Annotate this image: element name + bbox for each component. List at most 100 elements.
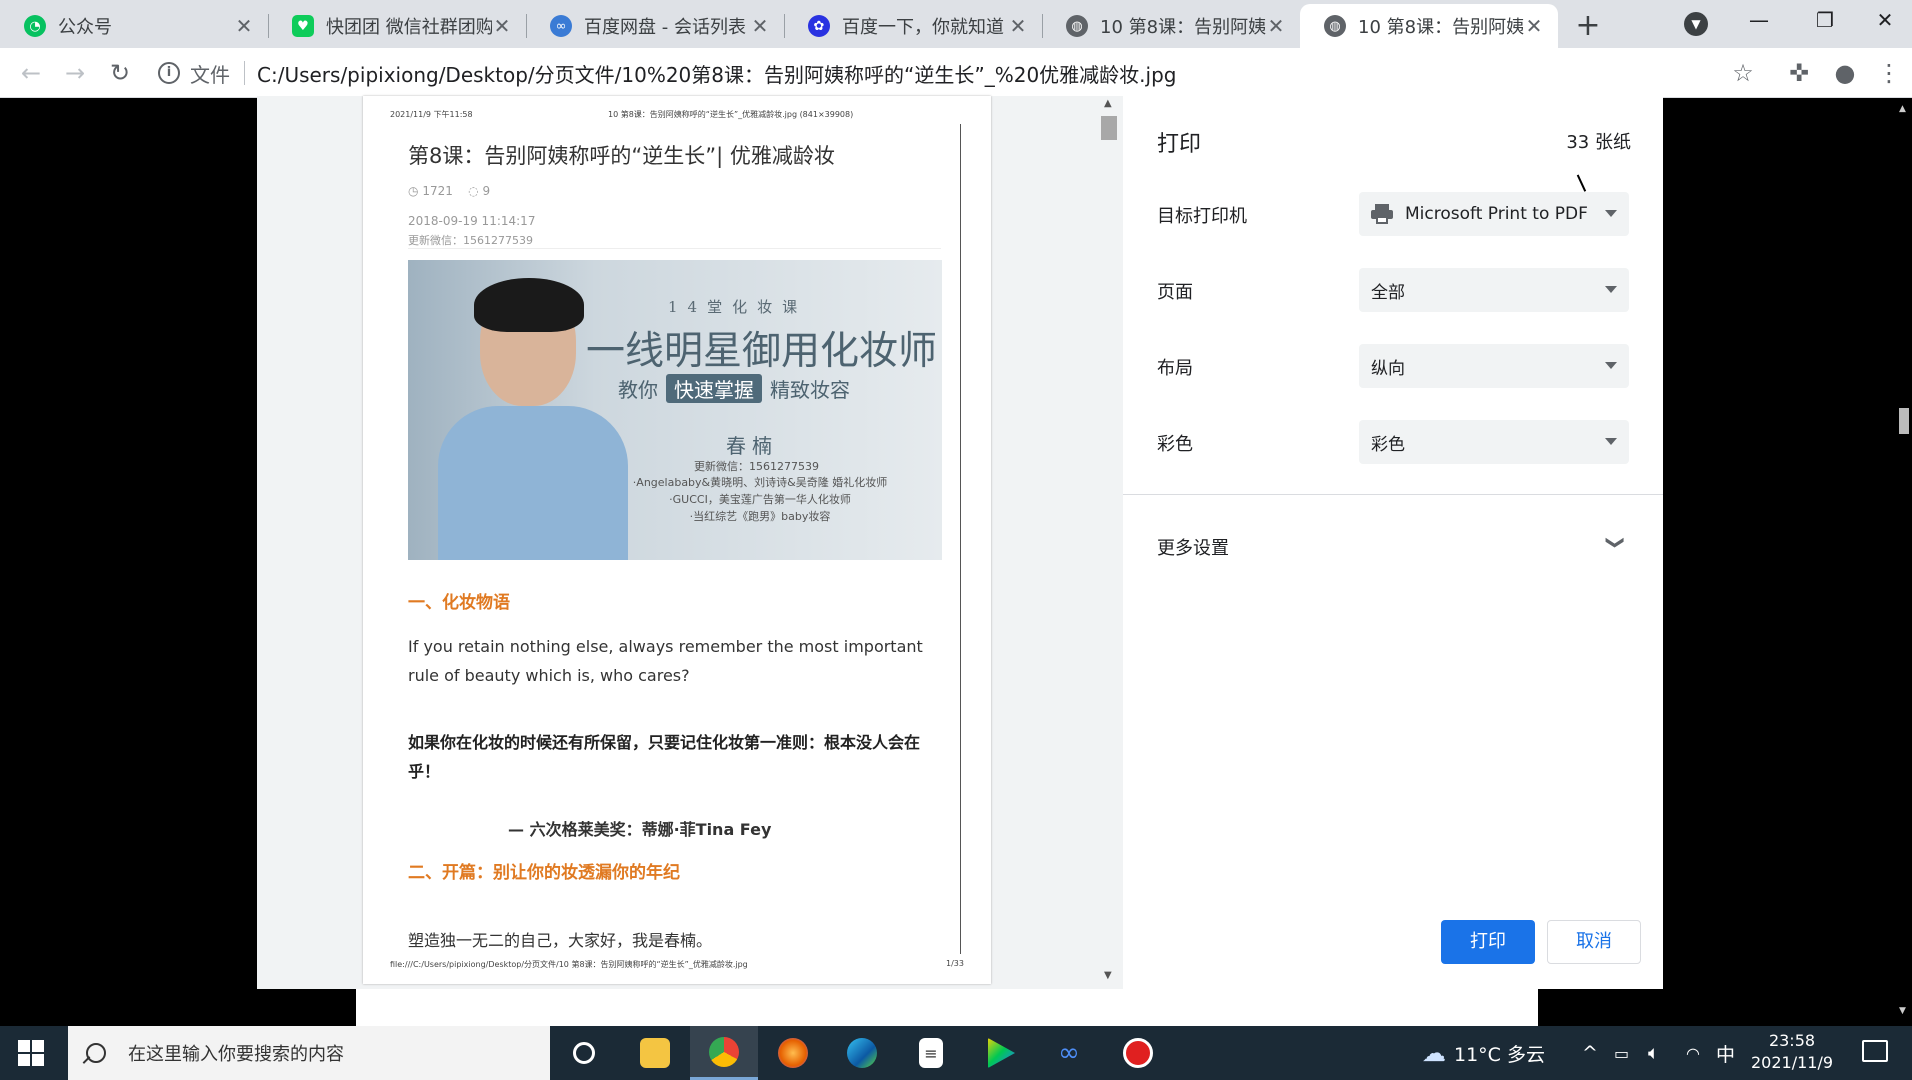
close-tab-icon[interactable]: ✕ [1008, 14, 1028, 38]
preview-footer-page: 1/33 [946, 959, 964, 968]
new-tab-button[interactable]: + [1570, 8, 1606, 44]
layout-select[interactable]: 纵向 [1359, 344, 1629, 388]
tab-4[interactable]: ◍ 10 第8课：告别阿姨称 ✕ [1042, 4, 1300, 48]
network-icon[interactable]: ▭ [1614, 1026, 1629, 1080]
printer-select[interactable]: Microsoft Print to PDF [1359, 192, 1629, 236]
task-view-button[interactable] [550, 1026, 618, 1080]
tab-title: 百度网盘 - 会话列表 [584, 17, 746, 38]
menu-kebab-icon[interactable]: ⋮ [1874, 58, 1904, 88]
search-icon [86, 1043, 106, 1063]
baidu-icon: ✿ [808, 15, 830, 37]
tab-strip: ◔ 公众号 ✕ ♥ 快团团 微信社群团购小 ✕ ∞ 百度网盘 - 会话列表 ✕ … [0, 0, 1912, 48]
dialog-title: 打印 [1157, 132, 1202, 157]
preview-footer-path: file:///C:/Users/pipixiong/Desktop/分页文件/… [390, 960, 748, 969]
system-clock[interactable]: 23:58 2021/11/9 [1742, 1030, 1842, 1074]
taskbar-app-edge[interactable] [828, 1026, 896, 1080]
taskbar-app-player[interactable] [966, 1026, 1034, 1080]
banner-name: 春楠 [726, 434, 778, 458]
notification-icon[interactable] [1862, 1040, 1888, 1062]
quote-attribution: — 六次格莱美奖：蒂娜·菲Tina Fey [508, 820, 772, 839]
cloud-icon: ☁ [1422, 1039, 1446, 1067]
scroll-down-icon[interactable]: ▼ [1104, 970, 1112, 981]
sheet-count: 33 张纸 [1566, 132, 1631, 153]
close-tab-icon[interactable]: ✕ [1266, 14, 1286, 38]
taskbar-app-document[interactable]: ≡ [897, 1026, 965, 1080]
address-bar[interactable]: i 文件 C:/Users/pipixiong/Desktop/分页文件/10%… [158, 52, 1758, 94]
back-icon[interactable]: ← [16, 58, 46, 88]
extensions-icon[interactable]: ✜ [1784, 58, 1814, 88]
article-date: 2018-09-19 11:14:17 [408, 214, 536, 228]
wechat-official-icon: ◔ [24, 15, 46, 37]
layout-label: 布局 [1157, 358, 1193, 379]
close-tab-icon[interactable]: ✕ [750, 14, 770, 38]
article-title: 第8课：告别阿姨称呼的“逆生长”| 优雅减龄妆 [408, 144, 835, 168]
chevron-down-icon[interactable]: ❯ [1605, 535, 1626, 550]
color-select[interactable]: 彩色 [1359, 420, 1629, 464]
minimize-button[interactable]: — [1726, 0, 1792, 44]
preview-header-title: 10 第8课：告别阿姨称呼的“逆生长”_优雅减龄妆.jpg (841×39908… [608, 110, 854, 119]
pages-select[interactable]: 全部 [1359, 268, 1629, 312]
windows-taskbar: 在这里输入你要搜索的内容 ≡ ∞ ☁ 11°C 多云 ^ ▭ 🔈︎ ◠ 中 23… [0, 1026, 1912, 1080]
wifi-icon[interactable]: ◠ [1686, 1026, 1700, 1080]
globe-icon: ◍ [1066, 15, 1088, 37]
taskbar-app-explorer[interactable] [621, 1026, 689, 1080]
ime-indicator[interactable]: 中 [1716, 1026, 1735, 1080]
windows-start-icon[interactable] [18, 1040, 44, 1066]
tab-3[interactable]: ✿ 百度一下，你就知道 ✕ [784, 4, 1042, 48]
chevron-down-icon [1605, 438, 1617, 445]
printer-row: 目标打印机 Microsoft Print to PDF [1157, 192, 1633, 236]
tab-0[interactable]: ◔ 公众号 ✕ [0, 4, 268, 48]
weather-widget[interactable]: ☁ 11°C 多云 [1422, 1026, 1545, 1080]
info-icon[interactable]: i [158, 62, 180, 84]
tab-5-active[interactable]: ◍ 10 第8课：告别阿姨称 ✕ [1300, 4, 1558, 48]
taskbar-app-chrome[interactable] [690, 1026, 758, 1080]
preview-scrollbar[interactable]: ▲ ▼ [1098, 96, 1120, 989]
reload-icon[interactable]: ↻ [105, 58, 135, 88]
bookmark-star-icon[interactable]: ☆ [1728, 58, 1758, 88]
page-scrollbar[interactable]: ▲ ▼ [1895, 98, 1912, 1026]
scroll-thumb[interactable] [1899, 408, 1909, 434]
baidu-netdisk-icon: ∞ [550, 15, 572, 37]
pages-row: 页面 全部 [1157, 268, 1633, 312]
close-window-button[interactable]: ✕ [1858, 0, 1912, 44]
close-tab-icon[interactable]: ✕ [234, 14, 254, 38]
print-button[interactable]: 打印 [1441, 920, 1535, 964]
tab-search-icon[interactable]: ▼ [1684, 12, 1708, 36]
edge-icon [847, 1038, 877, 1068]
scroll-up-icon[interactable]: ▲ [1104, 98, 1112, 109]
taskbar-search-box[interactable]: 在这里输入你要搜索的内容 [68, 1026, 550, 1080]
color-label: 彩色 [1157, 434, 1193, 455]
shirt [438, 406, 628, 560]
article-wechat: 更新微信：1561277539 [408, 234, 533, 247]
taskbar-app-recorder[interactable] [1104, 1026, 1172, 1080]
url-text[interactable]: C:/Users/pipixiong/Desktop/分页文件/10%20第8课… [257, 59, 1177, 88]
taskbar-app-firefox[interactable] [759, 1026, 827, 1080]
cortana-circle-icon [573, 1042, 595, 1064]
comments-count: 9 [482, 184, 491, 198]
article-banner-image: 14堂化妆课 一线明星御用化妆师 教你 快速掌握 精致妆容 春楠 更新微信：15… [408, 260, 942, 560]
cancel-button[interactable]: 取消 [1547, 920, 1641, 964]
close-tab-icon[interactable]: ✕ [1524, 14, 1544, 38]
clock-date: 2021/11/9 [1750, 1053, 1834, 1072]
tray-overflow-icon[interactable]: ^ [1582, 1026, 1598, 1080]
tab-2[interactable]: ∞ 百度网盘 - 会话列表 ✕ [526, 4, 784, 48]
volume-icon[interactable]: 🔈︎ [1648, 1026, 1659, 1080]
firefox-icon [778, 1038, 808, 1068]
profile-avatar-icon[interactable]: ● [1830, 58, 1860, 88]
record-icon [1123, 1038, 1153, 1068]
tab-1[interactable]: ♥ 快团团 微信社群团购小 ✕ [268, 4, 526, 48]
clock-time: 23:58 [1768, 1031, 1816, 1050]
section-heading-2: 二、开篇：别让你的妆透漏你的年纪 [408, 863, 680, 883]
restore-button[interactable]: ❐ [1792, 0, 1858, 44]
credential-line: ·当红综艺《跑男》baby妆容 [689, 510, 831, 523]
taskbar-app-baidu-netdisk[interactable]: ∞ [1035, 1026, 1103, 1080]
close-tab-icon[interactable]: ✕ [492, 14, 512, 38]
pages-value: 全部 [1371, 282, 1405, 303]
more-settings-toggle[interactable]: 更多设置 [1157, 534, 1229, 560]
chevron-down-icon [1605, 362, 1617, 369]
color-row: 彩色 彩色 [1157, 420, 1633, 464]
scroll-down-icon[interactable]: ▼ [1899, 1006, 1906, 1016]
forward-icon[interactable]: → [60, 58, 90, 88]
scroll-up-icon[interactable]: ▲ [1899, 104, 1906, 114]
scroll-thumb[interactable] [1101, 116, 1117, 140]
